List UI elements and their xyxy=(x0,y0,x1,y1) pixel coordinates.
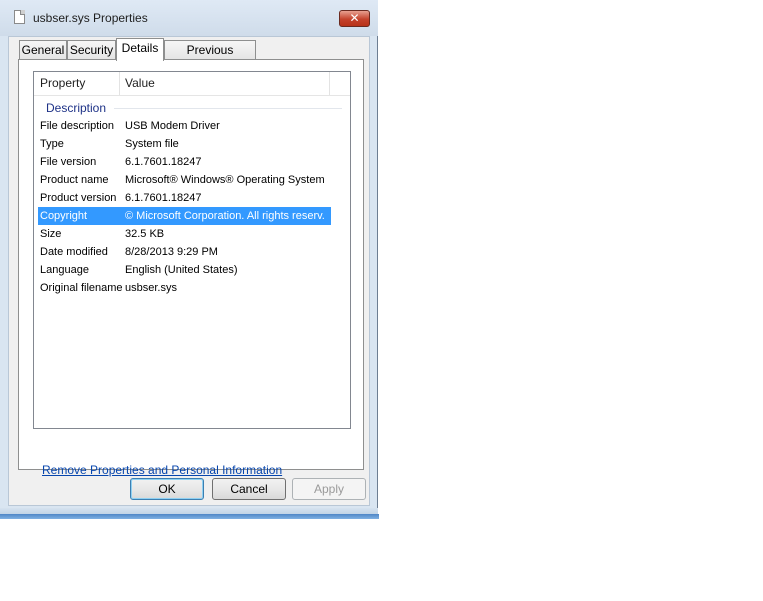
properties-window: usbser.sys Properties ✕ General Security… xyxy=(0,0,378,517)
property-name: Size xyxy=(40,228,62,240)
list-item[interactable]: Date modified 8/28/2013 9:29 PM xyxy=(34,243,350,261)
close-icon: ✕ xyxy=(349,11,360,25)
property-name: Product version xyxy=(40,192,117,204)
property-name: File version xyxy=(40,156,97,168)
close-button[interactable]: ✕ xyxy=(339,10,370,27)
property-name: Language xyxy=(40,264,89,276)
group-header-description[interactable]: Description xyxy=(34,99,350,117)
group-label: Description xyxy=(46,101,107,115)
property-value: 6.1.7601.18247 xyxy=(125,156,202,168)
property-name: Type xyxy=(40,138,64,150)
group-divider xyxy=(114,108,342,109)
list-item[interactable]: File description USB Modem Driver xyxy=(34,117,350,135)
property-value: USB Modem Driver xyxy=(125,120,220,132)
list-item[interactable]: Language English (United States) xyxy=(34,261,350,279)
list-item[interactable]: Size 32.5 KB xyxy=(34,225,350,243)
dialog-client: General Security Details Previous Versio… xyxy=(8,36,370,506)
property-value: usbser.sys xyxy=(125,282,177,294)
remove-properties-link[interactable]: Remove Properties and Personal Informati… xyxy=(42,463,282,477)
property-name: Original filename xyxy=(40,282,123,294)
property-value: Microsoft® Windows® Operating System xyxy=(125,174,325,186)
tab-general[interactable]: General xyxy=(19,40,67,60)
tab-security[interactable]: Security xyxy=(67,40,116,60)
property-value: System file xyxy=(125,138,179,150)
list-header: Property Value xyxy=(34,72,350,96)
property-value: © Microsoft Corporation. All rights rese… xyxy=(125,210,325,222)
cancel-button[interactable]: Cancel xyxy=(212,478,286,500)
tab-details[interactable]: Details xyxy=(116,38,164,61)
list-item-selected[interactable]: Copyright © Microsoft Corporation. All r… xyxy=(34,207,350,225)
details-listview[interactable]: Property Value Description File descript… xyxy=(33,71,351,429)
tab-previous-versions[interactable]: Previous Versions xyxy=(164,40,256,76)
column-header-value[interactable]: Value xyxy=(119,72,329,95)
column-header-property[interactable]: Property xyxy=(34,72,119,95)
property-value: English (United States) xyxy=(125,264,238,276)
list-item[interactable]: File version 6.1.7601.18247 xyxy=(34,153,350,171)
window-title: usbser.sys Properties xyxy=(33,11,148,25)
list-item[interactable]: Product version 6.1.7601.18247 xyxy=(34,189,350,207)
property-value: 8/28/2013 9:29 PM xyxy=(125,246,218,258)
property-name: Date modified xyxy=(40,246,108,258)
property-value: 32.5 KB xyxy=(125,228,165,240)
list-item[interactable]: Product name Microsoft® Windows® Operati… xyxy=(34,171,350,189)
file-icon xyxy=(14,10,25,24)
ok-button[interactable]: OK xyxy=(130,478,204,500)
property-name: Copyright xyxy=(40,210,88,222)
column-divider[interactable] xyxy=(329,72,330,95)
list-item[interactable]: Original filename usbser.sys xyxy=(34,279,350,297)
property-value: 6.1.7601.18247 xyxy=(125,192,202,204)
property-name: File description xyxy=(40,120,114,132)
title-bar[interactable]: usbser.sys Properties ✕ xyxy=(0,0,378,36)
property-name: Product name xyxy=(40,174,109,186)
details-panel: Property Value Description File descript… xyxy=(18,59,364,477)
list-item[interactable]: Type System file xyxy=(34,135,350,153)
taskbar-edge xyxy=(0,514,379,519)
apply-button[interactable]: Apply xyxy=(292,478,366,500)
